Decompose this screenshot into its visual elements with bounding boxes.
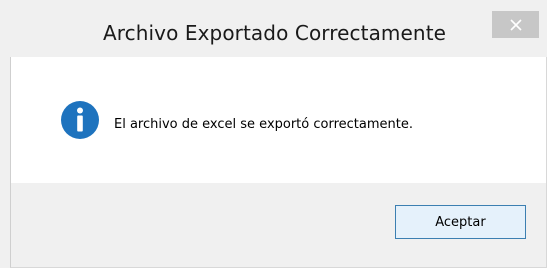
accept-button[interactable]: Aceptar [395,205,526,239]
dialog-footer: Aceptar [11,183,546,267]
close-button[interactable] [492,11,539,38]
message-dialog: Archivo Exportado Correctamente El archi… [0,0,547,268]
title-bar[interactable]: Archivo Exportado Correctamente [10,11,539,57]
close-icon [509,18,522,31]
dialog-content: El archivo de excel se exportó correctam… [11,57,546,183]
info-icon [61,101,99,139]
dialog-message: El archivo de excel se exportó correctam… [114,117,413,132]
dialog-title: Archivo Exportado Correctamente [102,21,447,45]
